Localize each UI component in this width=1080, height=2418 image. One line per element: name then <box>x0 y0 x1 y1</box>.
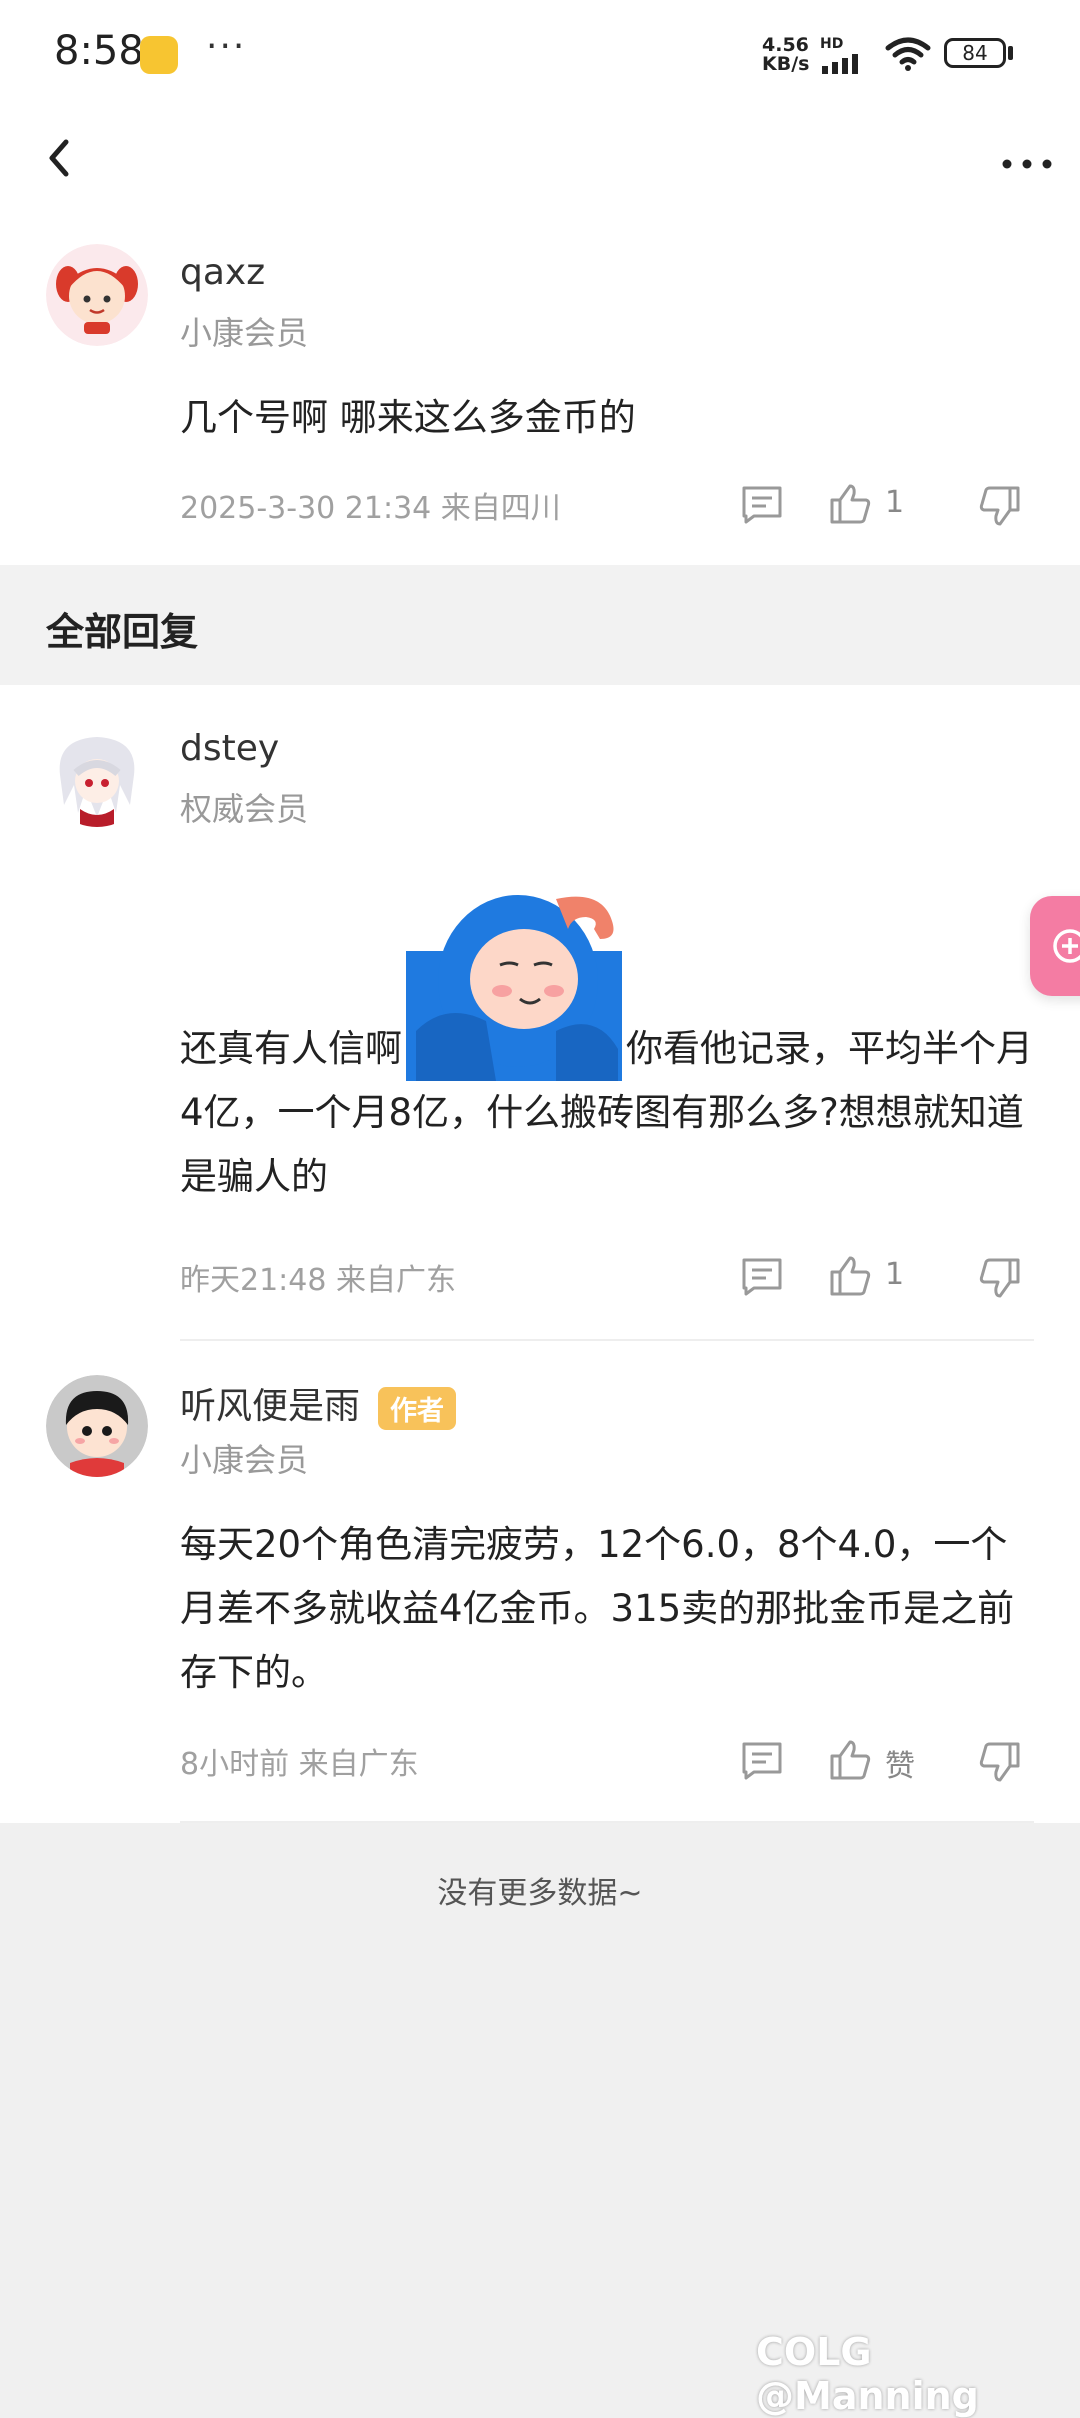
reply-meta: 昨天21:48 来自广东 <box>180 1263 456 1298</box>
reply-text: 每天20个角色清完疲劳，12个6.0，8个4.0，一个月差不多就收益4亿金币。3… <box>180 1523 1015 1694</box>
status-time: 8:58 <box>54 28 144 74</box>
replies-header: 全部回复 <box>0 565 1080 685</box>
no-more-data-text: 没有更多数据~ <box>437 1876 643 1911</box>
watermark-user: @Manning <box>756 2374 979 2418</box>
avatar[interactable] <box>46 1375 148 1477</box>
battery-tip <box>1008 46 1013 60</box>
reply-text: 还真有人信啊 你看他记录，平均半个月4亿，一个月8亿，什么搬砖图有那么多?想想就… <box>180 881 1040 1209</box>
add-icon <box>1053 929 1080 963</box>
dislike-icon[interactable] <box>978 1256 1022 1300</box>
more-options-button[interactable] <box>992 128 1062 188</box>
network-speed: 4.56 KB/s <box>762 36 809 74</box>
wifi-icon <box>885 37 931 71</box>
sticker-emoji <box>406 895 622 1081</box>
battery-level: 84 <box>962 41 988 65</box>
watermark: COLG @Manning <box>756 2330 1080 2418</box>
floating-action-button[interactable] <box>1030 896 1080 996</box>
member-level: 权威会员 <box>180 790 309 828</box>
username[interactable]: dstey <box>180 728 279 769</box>
hd-indicator: HD <box>820 36 844 52</box>
battery-icon: 84 <box>944 38 1006 68</box>
avatar[interactable] <box>46 244 148 346</box>
like-count: 1 <box>885 1257 905 1292</box>
status-bar: 8:58 ··· 4.56 KB/s HD 84 <box>0 0 1080 110</box>
divider <box>180 1339 1034 1341</box>
dislike-icon[interactable] <box>978 1740 1022 1784</box>
reply-icon[interactable] <box>740 1740 784 1782</box>
reply-icon[interactable] <box>740 1256 784 1298</box>
main-comment: qaxz 小康会员 几个号啊 哪来这么多金币的 2025-3-30 21:34 … <box>0 220 1080 565</box>
member-level: 小康会员 <box>180 314 309 352</box>
reply-list: dstey 权威会员 还真有人信啊 你看他记录，平均半个月4亿，一个月8亿，什么… <box>0 685 1080 1823</box>
like-icon[interactable] <box>828 1738 872 1782</box>
back-button[interactable] <box>30 128 90 188</box>
more-notifications-icon: ··· <box>206 26 247 67</box>
like-icon[interactable] <box>828 482 872 526</box>
dislike-icon[interactable] <box>978 484 1022 528</box>
replies-title: 全部回复 <box>46 610 199 654</box>
username[interactable]: qaxz <box>180 252 265 293</box>
like-label: 赞 <box>885 1749 915 1784</box>
username-text: 听风便是雨 <box>180 1386 361 1427</box>
comment-text: 几个号啊 哪来这么多金币的 <box>180 396 636 439</box>
app-notification-icon <box>140 36 178 74</box>
like-count: 1 <box>885 485 905 520</box>
reply-icon[interactable] <box>740 484 784 526</box>
colg-logo: COLG <box>756 2330 872 2374</box>
comment-meta: 2025-3-30 21:34 来自四川 <box>180 491 561 526</box>
reply-text-before: 还真有人信啊 <box>180 1027 402 1070</box>
author-badge: 作者 <box>378 1386 457 1430</box>
like-icon[interactable] <box>828 1254 872 1298</box>
nav-bar <box>0 110 1080 220</box>
member-level: 小康会员 <box>180 1441 309 1479</box>
divider <box>180 1821 1034 1823</box>
signal-icon <box>822 54 858 74</box>
username[interactable]: 听风便是雨 作者 <box>180 1377 457 1430</box>
avatar[interactable] <box>46 725 148 827</box>
reply-meta: 8小时前 来自广东 <box>180 1747 419 1782</box>
network-speed-unit: KB/s <box>762 53 810 75</box>
